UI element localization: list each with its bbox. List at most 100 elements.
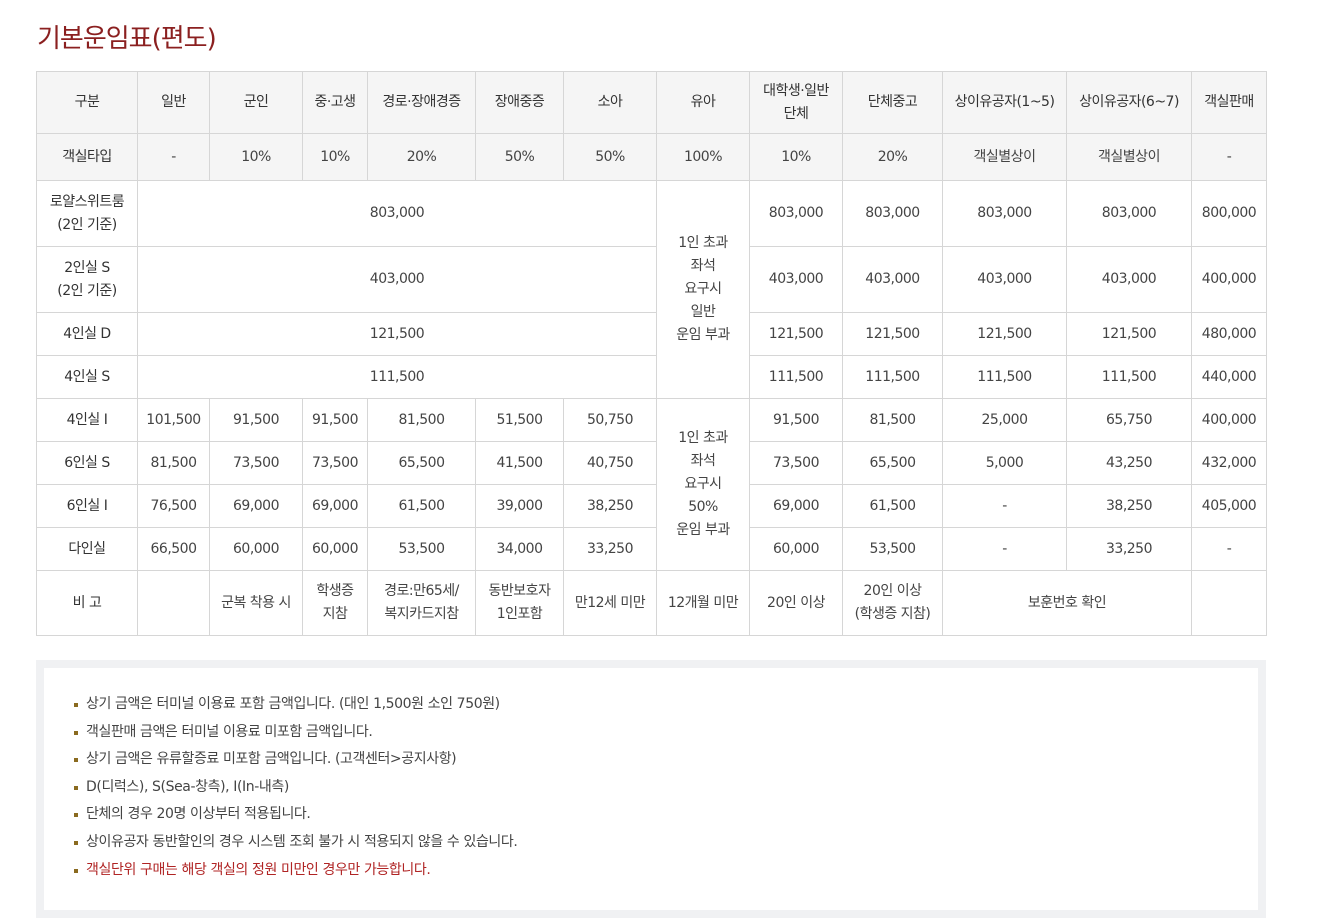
table-cell: 803,000 bbox=[749, 180, 843, 247]
table-cell: 405,000 bbox=[1191, 484, 1267, 528]
square-bullet-icon bbox=[74, 813, 78, 818]
table-cell: 보훈번호 확인 bbox=[942, 570, 1192, 636]
merged-fare-cell: 111,500 bbox=[137, 355, 657, 399]
table-cell: 38,250 bbox=[1066, 484, 1192, 528]
list-item: 단체의 경우 20명 이상부터 적용됩니다. bbox=[74, 801, 1258, 829]
row-label: 비 고 bbox=[36, 570, 138, 636]
table-cell: 65,500 bbox=[842, 441, 943, 485]
table-cell: 111,500 bbox=[842, 355, 943, 399]
table-cell: 50% bbox=[563, 133, 657, 181]
table-cell: 20% bbox=[367, 133, 476, 181]
list-item-highlight: 객실단위 구매는 해당 객실의 정원 미만인 경우만 가능합니다. bbox=[74, 857, 1258, 885]
square-bullet-icon bbox=[74, 730, 78, 735]
table-cell: 800,000 bbox=[1191, 180, 1267, 247]
table-cell: 121,500 bbox=[942, 312, 1067, 356]
table-cell: 480,000 bbox=[1191, 312, 1267, 356]
table-cell: 111,500 bbox=[942, 355, 1067, 399]
row-label: 6인실 S bbox=[36, 441, 138, 485]
page-title: 기본운임표(편도) bbox=[37, 24, 217, 54]
table-cell: 50,750 bbox=[563, 398, 657, 442]
table-cell: 60,000 bbox=[749, 527, 843, 571]
table-cell: 65,750 bbox=[1066, 398, 1192, 442]
table-cell: 69,000 bbox=[749, 484, 843, 528]
list-item: 상이유공자 동반할인의 경우 시스템 조회 불가 시 적용되지 않을 수 있습니… bbox=[74, 829, 1258, 857]
table-cell: 803,000 bbox=[942, 180, 1067, 247]
notes-panel: 상기 금액은 터미널 이용료 포함 금액입니다. (대인 1,500원 소인 7… bbox=[36, 660, 1266, 918]
table-cell: 91,500 bbox=[209, 398, 303, 442]
square-bullet-icon bbox=[74, 868, 78, 873]
table-cell: 25,000 bbox=[942, 398, 1067, 442]
table-row: 4인실 S 111,500 111,500 111,500 111,500 11… bbox=[36, 355, 1267, 399]
table-cell: 111,500 bbox=[749, 355, 843, 399]
table-cell: 100% bbox=[656, 133, 750, 181]
note-text: 객실판매 금액은 터미널 이용료 미포함 금액입니다. bbox=[86, 723, 373, 740]
notes-inner: 상기 금액은 터미널 이용료 포함 금액입니다. (대인 1,500원 소인 7… bbox=[44, 668, 1258, 910]
table-cell: 111,500 bbox=[1066, 355, 1192, 399]
table-cell: 20인 이상 bbox=[749, 570, 843, 636]
table-cell bbox=[1191, 570, 1267, 636]
table-cell: 76,500 bbox=[137, 484, 210, 528]
note-text: D(디럭스), S(Sea-창측), I(In-내측) bbox=[86, 778, 289, 795]
header-cell: 상이유공자(1~5) bbox=[942, 71, 1067, 134]
row-label: 6인실 I bbox=[36, 484, 138, 528]
table-cell: 440,000 bbox=[1191, 355, 1267, 399]
list-item: 상기 금액은 터미널 이용료 포함 금액입니다. (대인 1,500원 소인 7… bbox=[74, 691, 1258, 719]
header-cell: 단체중고 bbox=[842, 71, 943, 134]
square-bullet-icon bbox=[74, 840, 78, 845]
table-cell: 53,500 bbox=[842, 527, 943, 571]
header-cell: 장애중증 bbox=[475, 71, 564, 134]
table-cell: 33,250 bbox=[1066, 527, 1192, 571]
note-text: 상기 금액은 터미널 이용료 포함 금액입니다. (대인 1,500원 소인 7… bbox=[86, 696, 500, 712]
table-cell: 121,500 bbox=[842, 312, 943, 356]
table-cell: 91,500 bbox=[302, 398, 368, 442]
table-cell: 69,000 bbox=[302, 484, 368, 528]
note-text: 상이유공자 동반할인의 경우 시스템 조회 불가 시 적용되지 않을 수 있습니… bbox=[86, 833, 518, 850]
note-text: 상기 금액은 유류할증료 미포함 금액입니다. (고객센터>공지사항) bbox=[86, 751, 457, 768]
header-cell: 중·고생 bbox=[302, 71, 368, 134]
header-cell: 경로·장애경증 bbox=[367, 71, 476, 134]
table-cell: 803,000 bbox=[1066, 180, 1192, 247]
table-cell: 5,000 bbox=[942, 441, 1067, 485]
table-cell: 403,000 bbox=[1066, 246, 1192, 313]
table-row: 4인실 I 101,500 91,500 91,500 81,500 51,50… bbox=[36, 398, 1267, 571]
table-cell: 81,500 bbox=[842, 398, 943, 442]
infant-note-cell: 1인 초과 좌석 요구시 일반 운임 부과 bbox=[656, 180, 750, 399]
table-cell: - bbox=[942, 484, 1067, 528]
table-cell: 40,750 bbox=[563, 441, 657, 485]
table-cell: 경로:만65세/ 복지카드지참 bbox=[367, 570, 476, 636]
table-cell: 69,000 bbox=[209, 484, 303, 528]
note-text: 객실단위 구매는 해당 객실의 정원 미만인 경우만 가능합니다. bbox=[86, 861, 431, 878]
merged-fare-cell: 121,500 bbox=[137, 312, 657, 356]
header-cell: 소아 bbox=[563, 71, 657, 134]
table-cell: 61,500 bbox=[842, 484, 943, 528]
row-label: 4인실 I bbox=[36, 398, 138, 442]
table-cell: 12개월 미만 bbox=[656, 570, 750, 636]
note-text: 단체의 경우 20명 이상부터 적용됩니다. bbox=[86, 806, 311, 823]
merged-fare-cell: 403,000 bbox=[137, 246, 657, 313]
list-item: D(디럭스), S(Sea-창측), I(In-내측) bbox=[74, 774, 1258, 802]
table-cell: 20% bbox=[842, 133, 943, 181]
list-item: 객실판매 금액은 터미널 이용료 미포함 금액입니다. bbox=[74, 719, 1258, 747]
table-cell: 10% bbox=[209, 133, 303, 181]
table-cell: 403,000 bbox=[749, 246, 843, 313]
table-cell: 동반보호자 1인포함 bbox=[475, 570, 564, 636]
fare-table: 구분 일반 군인 중·고생 경로·장애경증 장애중증 소아 유아 대학생·일반 … bbox=[36, 71, 1267, 636]
merged-fare-cell: 803,000 bbox=[137, 180, 657, 247]
table-row: 6인실 S 81,500 73,500 73,500 65,500 41,500… bbox=[36, 441, 1267, 485]
notes-list: 상기 금액은 터미널 이용료 포함 금액입니다. (대인 1,500원 소인 7… bbox=[74, 691, 1258, 884]
table-cell: 51,500 bbox=[475, 398, 564, 442]
header-row: 구분 일반 군인 중·고생 경로·장애경증 장애중증 소아 유아 대학생·일반 … bbox=[36, 71, 1267, 134]
header-cell: 객실판매 bbox=[1191, 71, 1267, 134]
header-cell: 군인 bbox=[209, 71, 303, 134]
table-cell: 43,250 bbox=[1066, 441, 1192, 485]
table-cell: 38,250 bbox=[563, 484, 657, 528]
table-cell: 121,500 bbox=[1066, 312, 1192, 356]
room-type-row: 객실타입 - 10% 10% 20% 50% 50% 100% 10% 20% … bbox=[36, 133, 1267, 181]
table-cell: 73,500 bbox=[209, 441, 303, 485]
table-cell: 34,000 bbox=[475, 527, 564, 571]
header-cell: 일반 bbox=[137, 71, 210, 134]
table-cell: 41,500 bbox=[475, 441, 564, 485]
row-label: 객실타입 bbox=[36, 133, 138, 181]
header-cell: 대학생·일반 단체 bbox=[749, 71, 843, 134]
table-row: 다인실 66,500 60,000 60,000 53,500 34,000 3… bbox=[36, 527, 1267, 571]
